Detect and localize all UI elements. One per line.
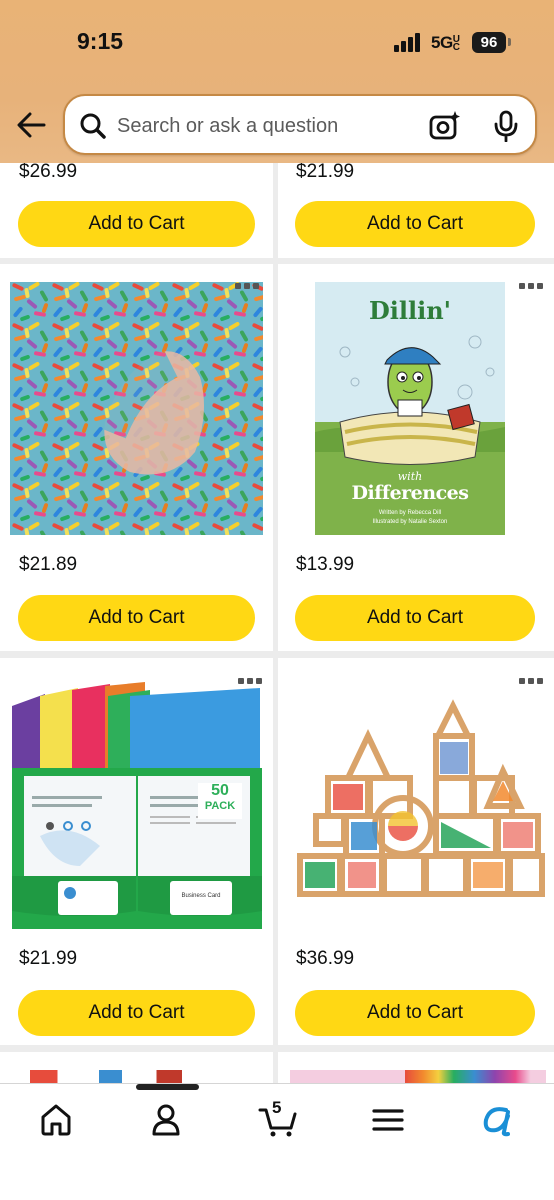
product-price: $26.99 (19, 161, 78, 182)
book-title-bottom: Differences (351, 482, 469, 504)
home-icon[interactable] (38, 1102, 74, 1138)
more-options-icon[interactable] (519, 678, 547, 686)
signal-icon (394, 32, 424, 52)
scroll-handle (136, 1084, 199, 1090)
product-image-wooden-blocks[interactable] (288, 676, 546, 929)
add-to-cart-button[interactable]: Add to Cart (295, 595, 535, 641)
app-header: 9:15 5GUC 96 Search or ask a question (0, 0, 554, 163)
cart-count-badge: 5 (272, 1098, 282, 1117)
account-icon[interactable] (148, 1102, 184, 1138)
product-image-partial[interactable] (290, 1070, 546, 1084)
folder-badge-text: PACK (204, 800, 236, 812)
search-bar[interactable]: Search or ask a question (63, 94, 537, 155)
book-title-top: Dillin' (368, 296, 452, 325)
bottom-nav: 5 (0, 1083, 554, 1200)
product-card: $21.89 Add to Cart (0, 264, 273, 651)
product-price: $36.99 (296, 948, 355, 969)
search-icon (80, 113, 106, 139)
microphone-icon[interactable] (493, 110, 519, 142)
product-image-partial[interactable] (30, 1070, 260, 1084)
add-to-cart-button[interactable]: Add to Cart (18, 201, 255, 247)
rufus-ai-icon[interactable] (480, 1102, 516, 1138)
product-image-book-cover[interactable]: Dillin' with Differences Written by Rebe… (315, 282, 505, 535)
status-time: 9:15 (77, 28, 124, 54)
folder-badge-number: 50 (211, 782, 229, 799)
menu-icon[interactable] (370, 1102, 406, 1138)
product-price: $13.99 (296, 554, 355, 575)
battery-tip (508, 38, 511, 46)
battery-indicator: 96 (472, 32, 506, 53)
status-bar: 9:15 5GUC 96 (0, 26, 554, 58)
product-card: 50 PACK Business Card $21.99 Add to Cart (0, 658, 273, 1045)
search-input[interactable]: Search or ask a question (117, 115, 338, 138)
add-to-cart-button[interactable]: Add to Cart (18, 595, 255, 641)
book-illustrator: Illustrated by Natalie Sexton (372, 519, 448, 525)
product-price: $21.99 (296, 161, 355, 182)
book-author: Written by Rebecca Dill (378, 510, 442, 516)
add-to-cart-button[interactable]: Add to Cart (18, 990, 255, 1036)
camera-lens-icon[interactable] (429, 110, 461, 142)
product-price: $21.89 (19, 554, 78, 575)
product-image-rainbow-rice[interactable] (10, 282, 263, 535)
back-arrow-icon[interactable] (16, 111, 46, 139)
product-price: $21.99 (19, 948, 78, 969)
product-card: $36.99 Add to Cart (278, 658, 554, 1045)
network-indicator: 5GUC (431, 33, 460, 53)
more-options-icon[interactable] (238, 678, 266, 686)
more-options-icon[interactable] (519, 283, 547, 291)
add-to-cart-button[interactable]: Add to Cart (295, 990, 535, 1036)
product-card: Dillin' with Differences Written by Rebe… (278, 264, 554, 651)
add-to-cart-button[interactable]: Add to Cart (295, 201, 535, 247)
more-options-icon[interactable] (235, 283, 263, 291)
product-image-pocket-folders[interactable]: 50 PACK Business Card (10, 676, 263, 929)
folder-card-label: Business Card (181, 893, 221, 899)
